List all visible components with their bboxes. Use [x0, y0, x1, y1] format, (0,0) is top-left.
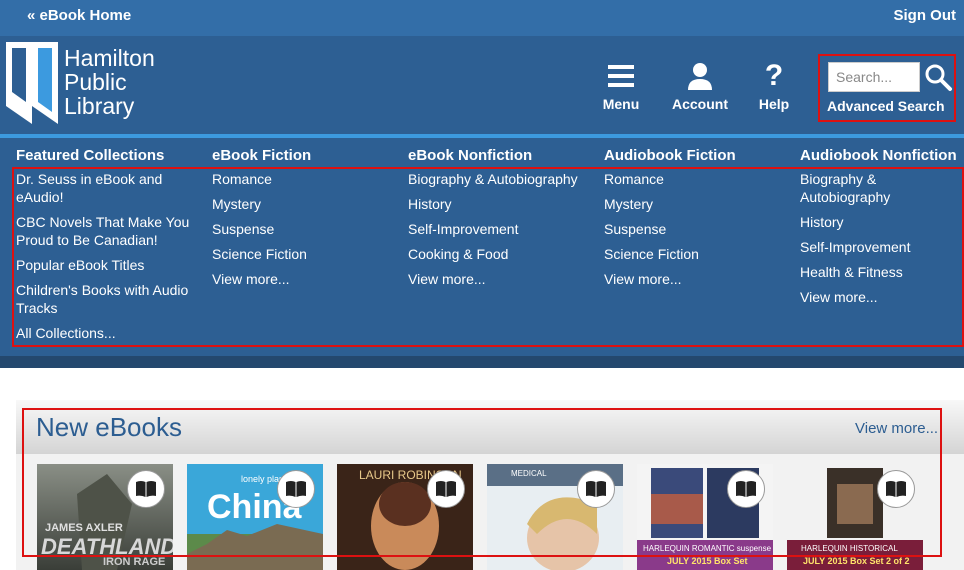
user-icon [670, 60, 730, 92]
search-button[interactable] [923, 62, 953, 92]
menu-link[interactable]: View more... [800, 288, 964, 306]
menu-link[interactable]: Dr. Seuss in eBook and eAudio! [16, 170, 206, 206]
menu-link[interactable]: View more... [408, 270, 598, 288]
menu-link[interactable]: Children's Books with Audio Tracks [16, 281, 206, 317]
book-cover[interactable]: MEDICAL [487, 464, 623, 570]
book-icon [877, 470, 915, 508]
menu-link[interactable]: Biography & Autobiography [408, 170, 598, 188]
account-button[interactable]: Account [670, 60, 730, 112]
book-cover[interactable]: HARLEQUIN HISTORICAL JULY 2015 Box Set 2… [787, 464, 923, 570]
cover-text: JULY 2015 Box Set 2 of 2 [803, 556, 910, 566]
book-cover[interactable]: HARLEQUIN ROMANTIC suspense JULY 2015 Bo… [637, 464, 773, 570]
book-cover[interactable]: LAURI ROBINSON [337, 464, 473, 570]
menu-link[interactable]: Romance [212, 170, 402, 188]
menu-column-ebook-nonfiction: eBook Nonfiction Biography & Autobiograp… [408, 147, 598, 295]
column-title: Audiobook Fiction [604, 147, 736, 164]
menu-link[interactable]: Cooking & Food [408, 245, 598, 263]
column-title: eBook Nonfiction [408, 147, 533, 164]
menu-link[interactable]: Suspense [212, 220, 402, 238]
menu-column-audiobook-fiction: Audiobook Fiction Romance Mystery Suspen… [604, 147, 794, 295]
menu-link[interactable]: Popular eBook Titles [16, 256, 206, 274]
search-icon [925, 64, 952, 91]
menu-column-ebook-fiction: eBook Fiction Romance Mystery Suspense S… [212, 147, 402, 295]
menu-link[interactable]: History [800, 213, 964, 231]
cover-text: MEDICAL [511, 469, 547, 478]
book-icon [427, 470, 465, 508]
menu-link[interactable]: Science Fiction [212, 245, 402, 263]
ebook-home-link[interactable]: « eBook Home [27, 7, 131, 24]
menu-link[interactable]: Science Fiction [604, 245, 794, 263]
menu-link[interactable]: All Collections... [16, 324, 206, 342]
cover-text: HARLEQUIN HISTORICAL [801, 544, 898, 553]
cover-text: JAMES AXLER [45, 522, 123, 534]
logo-text: Hamilton Public Library [64, 46, 155, 118]
menu-column-featured-collections: Featured Collections Dr. Seuss in eBook … [16, 147, 206, 349]
column-title: Audiobook Nonfiction [800, 147, 957, 164]
cover-text: HARLEQUIN ROMANTIC suspense [643, 544, 772, 553]
cover-text: JULY 2015 Box Set [667, 556, 748, 566]
logo-line: Public [64, 69, 127, 95]
menu-link[interactable]: Biography & Autobiography [800, 170, 964, 206]
book-icon [277, 470, 315, 508]
menu-link[interactable]: Mystery [604, 195, 794, 213]
menu-button[interactable]: Menu [596, 60, 646, 112]
book-cover[interactable]: JAMES AXLER DEATHLANDS IRON RAGE [37, 464, 173, 570]
search-input[interactable] [828, 62, 920, 92]
book-icon [577, 470, 615, 508]
view-more-link[interactable]: View more... [855, 420, 938, 437]
logo-line: Library [64, 93, 135, 119]
menu-label: Menu [602, 96, 640, 112]
logo-icon [6, 42, 58, 124]
top-bar: « eBook Home Sign Out [0, 0, 964, 36]
column-title: eBook Fiction [212, 147, 312, 164]
help-button[interactable]: ? Help [752, 59, 796, 112]
menu-link[interactable]: Suspense [604, 220, 794, 238]
search-area: Advanced Search [818, 54, 956, 122]
menu-column-audiobook-nonfiction: Audiobook Nonfiction Biography & Autobio… [800, 147, 964, 313]
menu-link[interactable]: Romance [604, 170, 794, 188]
logo-line: Hamilton [64, 45, 155, 71]
menu-link[interactable]: View more... [604, 270, 794, 288]
account-label: Account [672, 96, 728, 112]
library-logo[interactable]: Hamilton Public Library [6, 42, 166, 126]
help-label: Help [758, 96, 790, 112]
question-mark-icon: ? [764, 59, 784, 92]
book-icon [127, 470, 165, 508]
menu-link[interactable]: Self-Improvement [408, 220, 598, 238]
menu-panel-border [0, 356, 964, 368]
hamburger-icon [596, 60, 646, 92]
cover-text: IRON RAGE [103, 556, 166, 568]
new-ebooks-title: New eBooks [36, 412, 182, 442]
book-icon [727, 470, 765, 508]
header: Hamilton Public Library Menu Account ? H… [0, 36, 964, 134]
menu-link[interactable]: History [408, 195, 598, 213]
menu-link[interactable]: CBC Novels That Make You Proud to Be Can… [16, 213, 206, 249]
menu-link[interactable]: Health & Fitness [800, 263, 964, 281]
column-title: Featured Collections [16, 147, 165, 164]
menu-link[interactable]: Mystery [212, 195, 402, 213]
advanced-search-link[interactable]: Advanced Search [827, 98, 945, 114]
sign-out-link[interactable]: Sign Out [894, 7, 957, 24]
book-cover[interactable]: lonely planet China [187, 464, 323, 570]
menu-link[interactable]: View more... [212, 270, 402, 288]
menu-link[interactable]: Self-Improvement [800, 238, 964, 256]
